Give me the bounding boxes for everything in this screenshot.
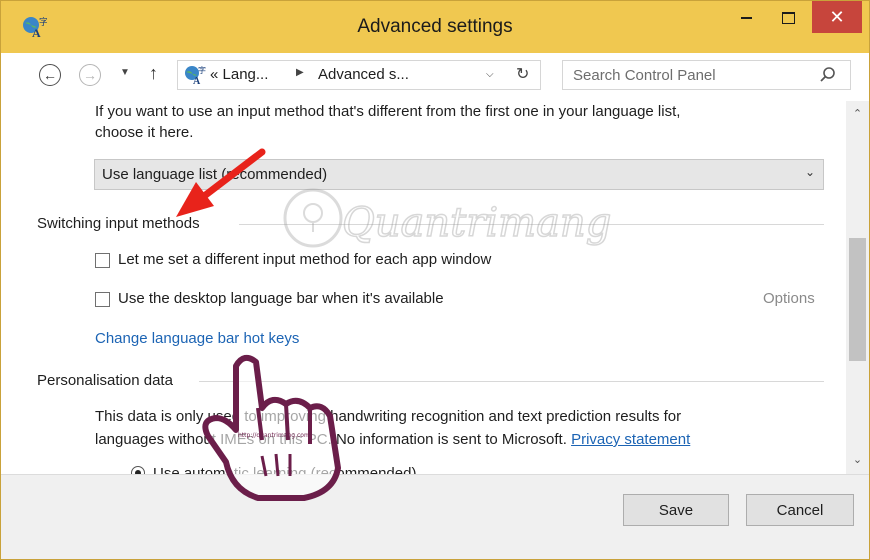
- up-button[interactable]: ↑: [149, 63, 158, 84]
- privacy-statement-link[interactable]: Privacy statement: [571, 431, 690, 448]
- per-app-input-method-label[interactable]: Let me set a different input method for …: [118, 251, 491, 268]
- language-bar-options-link[interactable]: Options: [763, 290, 815, 307]
- title-bar: A 字 Advanced settings ✕: [1, 1, 869, 53]
- breadcrumb-separator-icon: ▶: [296, 67, 304, 78]
- svg-text:字: 字: [198, 65, 206, 75]
- back-arrow-icon: ←: [43, 67, 57, 83]
- chevron-down-icon: ⌄: [804, 165, 815, 179]
- desktop-language-bar-label[interactable]: Use the desktop language bar when it's a…: [118, 290, 444, 307]
- address-toolbar: ← → ▼ ↑ A 字 « Lang... ▶ Advanced s... ⌵ …: [1, 53, 869, 101]
- per-app-input-method-checkbox[interactable]: [95, 253, 110, 268]
- window: A 字 Advanced settings ✕ ← → ▼ ↑ A 字 « La…: [0, 0, 870, 560]
- switching-input-methods-heading: Switching input methods: [37, 215, 200, 232]
- scroll-down-icon[interactable]: ⌄: [846, 453, 869, 466]
- close-button[interactable]: ✕: [812, 1, 862, 33]
- input-method-override-select[interactable]: Use language list (recommended) ⌄: [94, 159, 824, 190]
- personalisation-data-heading: Personalisation data: [37, 372, 173, 389]
- vertical-scrollbar[interactable]: ⌃ ⌄: [846, 101, 869, 474]
- forward-arrow-icon: →: [83, 67, 97, 83]
- search-input[interactable]: [563, 61, 813, 89]
- address-dropdown-icon[interactable]: ⌵: [486, 69, 494, 80]
- maximize-icon: [781, 12, 795, 25]
- address-bar[interactable]: A 字 « Lang... ▶ Advanced s... ⌵ ↻: [177, 60, 541, 90]
- forward-button[interactable]: →: [79, 64, 101, 86]
- settings-content: If you want to use an input method that'…: [1, 101, 846, 474]
- search-icon[interactable]: [819, 66, 837, 84]
- svg-text:A: A: [193, 76, 201, 85]
- close-icon: ✕: [829, 7, 845, 27]
- chevron-down-icon: ▼: [120, 67, 130, 78]
- dialog-footer: Save Cancel: [1, 474, 869, 559]
- recent-locations-button[interactable]: ▼: [120, 67, 130, 78]
- cancel-button[interactable]: Cancel: [746, 494, 854, 526]
- change-hot-keys-link[interactable]: Change language bar hot keys: [95, 330, 299, 347]
- personalisation-description-line2: languages without IMEs on this PC. No in…: [95, 429, 690, 450]
- personalisation-description-line1: This data is only used to improving hand…: [95, 408, 682, 425]
- language-icon: A 字: [185, 65, 206, 85]
- minimize-icon: [740, 17, 752, 20]
- override-description-line1: If you want to use an input method that'…: [95, 103, 681, 120]
- section-divider: [199, 381, 824, 382]
- personalisation-description-text: languages without IMEs on this PC. No in…: [95, 431, 567, 448]
- breadcrumb-advanced-settings[interactable]: Advanced s...: [318, 66, 409, 83]
- select-value: Use language list (recommended): [102, 166, 328, 183]
- scroll-thumb[interactable]: [849, 238, 866, 361]
- scroll-up-icon[interactable]: ⌃: [846, 107, 869, 120]
- minimize-button[interactable]: [729, 1, 763, 33]
- save-button[interactable]: Save: [623, 494, 729, 526]
- desktop-language-bar-checkbox[interactable]: [95, 292, 110, 307]
- refresh-icon[interactable]: ↻: [516, 64, 529, 84]
- automatic-learning-label[interactable]: Use automatic learning (recommended): [153, 463, 416, 474]
- maximize-button[interactable]: [765, 1, 811, 33]
- breadcrumb-language[interactable]: « Lang...: [210, 66, 268, 83]
- address-toolbar-inner: ← → ▼ ↑ A 字 « Lang... ▶ Advanced s... ⌵ …: [1, 53, 869, 101]
- back-button[interactable]: ←: [39, 64, 61, 86]
- section-divider: [239, 224, 824, 225]
- override-description-line2: choose it here.: [95, 124, 194, 141]
- search-box[interactable]: [562, 60, 851, 90]
- automatic-learning-radio[interactable]: [131, 466, 145, 474]
- up-arrow-icon: ↑: [149, 63, 158, 83]
